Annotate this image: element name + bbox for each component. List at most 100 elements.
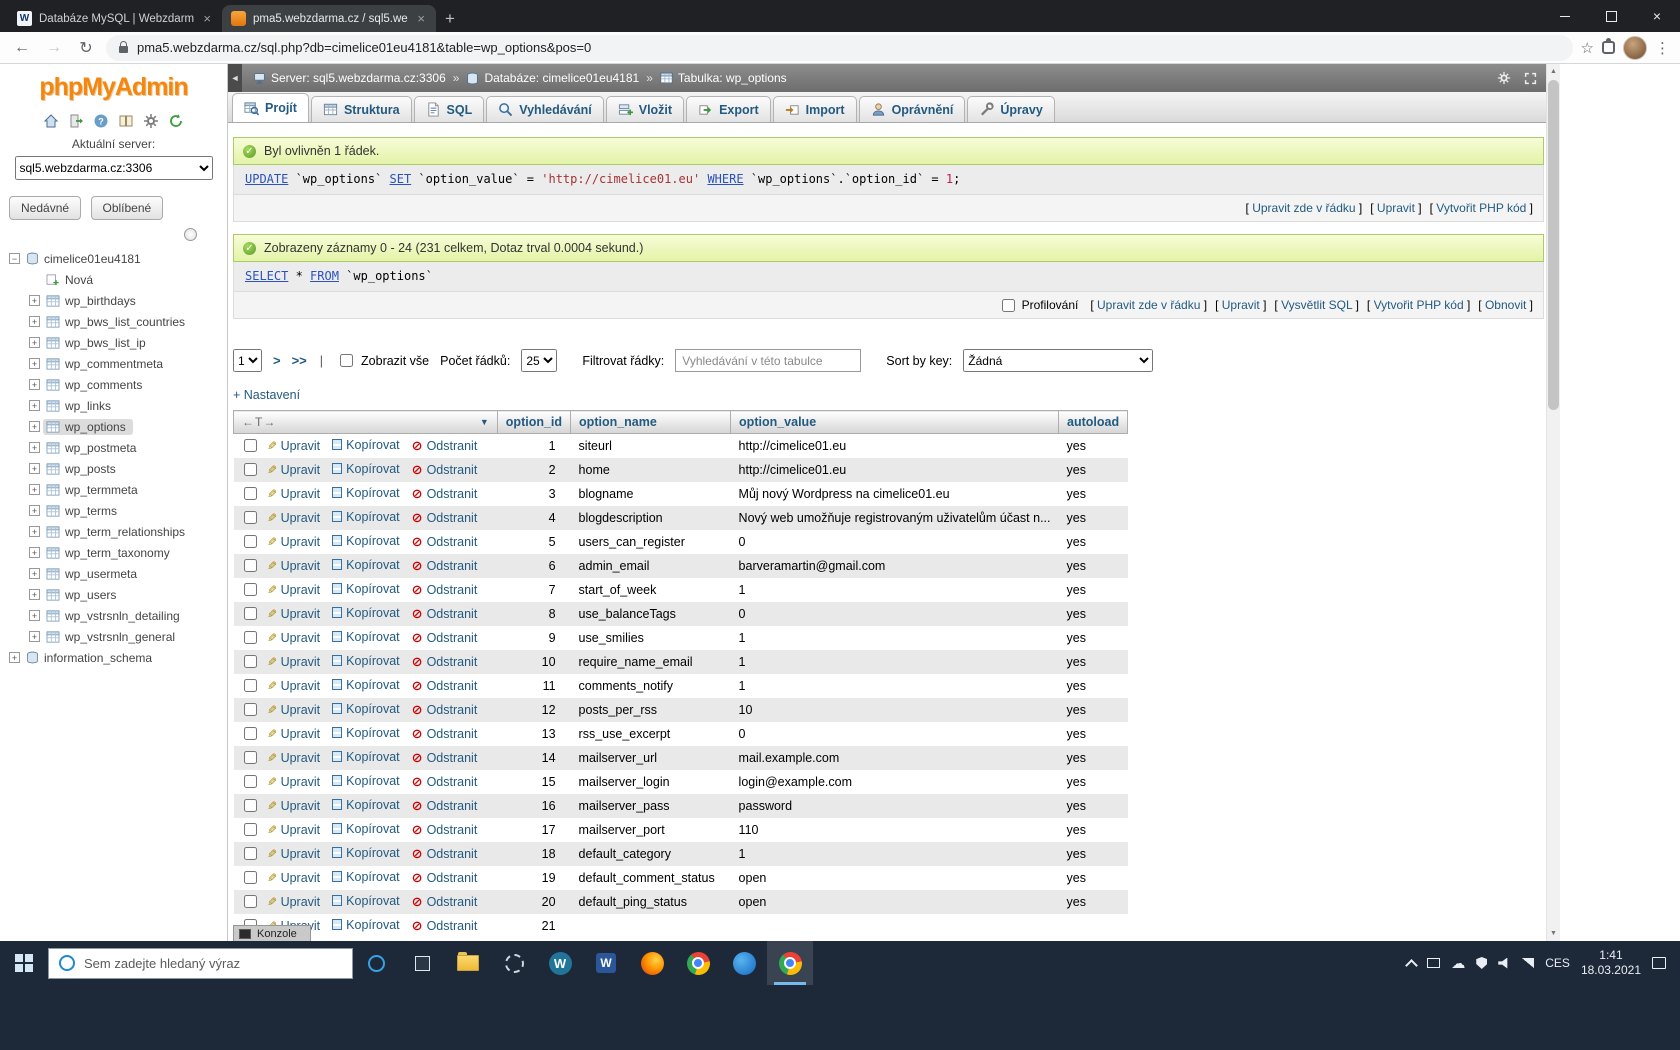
row-checkbox[interactable] (244, 463, 257, 476)
breadcrumb-database[interactable]: Databáze: cimelice01eu4181 (466, 71, 639, 85)
tree-item-label[interactable]: wp_term_relationships (65, 525, 185, 539)
scrollbar-thumb[interactable] (1548, 80, 1559, 410)
tree-item-label[interactable]: wp_commentmeta (65, 357, 163, 371)
copy-row-link[interactable]: Kopírovat (346, 510, 400, 524)
edit-row-link[interactable]: Upravit (281, 511, 321, 525)
copy-row-link[interactable]: Kopírovat (346, 774, 400, 788)
close-button[interactable]: × (1634, 0, 1680, 32)
wordpress-taskbar-button[interactable]: W (537, 941, 583, 985)
console-bar[interactable]: Konzole (233, 925, 311, 941)
tree-item-label[interactable]: wp_termmeta (65, 483, 138, 497)
tree-item-label[interactable]: wp_bws_list_countries (65, 315, 185, 329)
edit-row-link[interactable]: Upravit (281, 823, 321, 837)
tree-item-label[interactable]: wp_bws_list_ip (65, 336, 146, 350)
scroll-down-arrow[interactable]: ▼ (1547, 926, 1560, 941)
recent-tables-button[interactable]: Nedávné (9, 196, 81, 220)
row-checkbox[interactable] (244, 895, 257, 908)
tree-item-label[interactable]: Nová (65, 273, 93, 287)
copy-row-link[interactable]: Kopírovat (346, 726, 400, 740)
last-page-link[interactable]: >> (292, 353, 307, 368)
expand-icon[interactable]: + (29, 358, 40, 369)
expand-icon[interactable]: + (29, 484, 40, 495)
page-select[interactable]: 1 (233, 349, 262, 372)
edit-row-link[interactable]: Upravit (281, 799, 321, 813)
cortana-taskbar-button[interactable] (353, 941, 399, 985)
forward-button[interactable]: → (42, 39, 66, 57)
edit-row-link[interactable]: Upravit (281, 895, 321, 909)
row-checkbox[interactable] (244, 583, 257, 596)
expand-icon[interactable]: + (29, 295, 40, 306)
copy-row-link[interactable]: Kopírovat (346, 534, 400, 548)
tree-item-label[interactable]: wp_links (65, 399, 111, 413)
column-order-icons[interactable]: ←T→ (242, 415, 276, 429)
tree-item-label[interactable]: information_schema (44, 651, 152, 665)
help-icon[interactable]: ? (92, 111, 111, 130)
show-all-checkbox[interactable] (340, 354, 353, 367)
sql-keyword[interactable]: SET (390, 172, 412, 186)
delete-row-link[interactable]: Odstranit (427, 823, 478, 837)
edit-row-link[interactable]: Upravit (281, 463, 321, 477)
notification-center-icon[interactable] (1652, 957, 1666, 969)
row-checkbox[interactable] (244, 775, 257, 788)
copy-row-link[interactable]: Kopírovat (346, 654, 400, 668)
onedrive-cloud-icon[interactable]: ☁ (1451, 956, 1465, 970)
row-checkbox[interactable] (244, 679, 257, 692)
tree-item-label[interactable]: wp_vstrsnln_detailing (65, 609, 180, 623)
row-checkbox[interactable] (244, 607, 257, 620)
tree-item-label[interactable]: wp_options (65, 420, 126, 434)
copy-row-link[interactable]: Kopírovat (346, 462, 400, 476)
delete-row-link[interactable]: Odstranit (427, 607, 478, 621)
copy-row-link[interactable]: Kopírovat (346, 558, 400, 572)
delete-row-link[interactable]: Odstranit (427, 871, 478, 885)
edit-row-link[interactable]: Upravit (281, 679, 321, 693)
tree-item-label[interactable]: wp_usermeta (65, 567, 137, 581)
network-icon[interactable] (1522, 958, 1534, 968)
expand-icon[interactable]: + (29, 505, 40, 516)
chrome-taskbar-button[interactable] (767, 941, 813, 985)
expand-icon[interactable]: + (29, 610, 40, 621)
chrome-taskbar-button[interactable] (675, 941, 721, 985)
logout-icon[interactable] (67, 111, 86, 130)
tab-operations[interactable]: Úpravy (967, 96, 1054, 122)
favorite-tables-button[interactable]: Oblíbené (91, 196, 164, 220)
settings-icon[interactable] (142, 111, 161, 130)
row-checkbox[interactable] (244, 439, 257, 452)
scrollbar[interactable]: ▲ ▼ (1546, 64, 1560, 941)
server-select[interactable]: sql5.webzdarma.cz:3306 (15, 156, 213, 180)
expand-icon[interactable]: + (29, 568, 40, 579)
copy-row-link[interactable]: Kopírovat (346, 798, 400, 812)
delete-row-link[interactable]: Odstranit (427, 631, 478, 645)
expand-icon[interactable]: + (29, 379, 40, 390)
tab-privileges[interactable]: Oprávnění (859, 96, 966, 122)
delete-row-link[interactable]: Odstranit (427, 487, 478, 501)
copy-row-link[interactable]: Kopírovat (346, 678, 400, 692)
query-action-link[interactable]: Upravit (1377, 201, 1415, 215)
delete-row-link[interactable]: Odstranit (427, 655, 478, 669)
profiling-checkbox[interactable] (1002, 299, 1015, 312)
display-icon[interactable] (1427, 958, 1440, 968)
reload-button[interactable]: ↻ (74, 38, 98, 58)
browser-tab[interactable]: pma5.webzdarma.cz / sql5.webz...× (222, 5, 436, 32)
row-checkbox[interactable] (244, 487, 257, 500)
scroll-up-arrow[interactable]: ▲ (1547, 64, 1560, 79)
link-with-main-panel-icon[interactable] (184, 228, 197, 241)
home-icon[interactable] (42, 111, 61, 130)
expand-icon[interactable]: + (29, 316, 40, 327)
delete-row-link[interactable]: Odstranit (427, 895, 478, 909)
bookmark-star-icon[interactable]: ☆ (1581, 39, 1594, 57)
refresh-icon[interactable] (167, 111, 186, 130)
copy-row-link[interactable]: Kopírovat (346, 894, 400, 908)
expand-icon[interactable]: + (29, 400, 40, 411)
edit-row-link[interactable]: Upravit (281, 775, 321, 789)
maximize-button[interactable] (1588, 0, 1634, 32)
tree-item-label[interactable]: wp_postmeta (65, 441, 136, 455)
delete-row-link[interactable]: Odstranit (427, 799, 478, 813)
tab-search[interactable]: Vyhledávání (486, 96, 604, 122)
next-page-link[interactable]: > (273, 353, 281, 368)
tree-item-label[interactable]: wp_vstrsnln_general (65, 630, 175, 644)
sql-keyword[interactable]: FROM (310, 269, 339, 283)
query-action-link[interactable]: Upravit zde v řádku (1252, 201, 1355, 215)
copy-row-link[interactable]: Kopírovat (346, 606, 400, 620)
sql-keyword[interactable]: SELECT (245, 269, 288, 283)
sql-keyword[interactable]: UPDATE (245, 172, 288, 186)
